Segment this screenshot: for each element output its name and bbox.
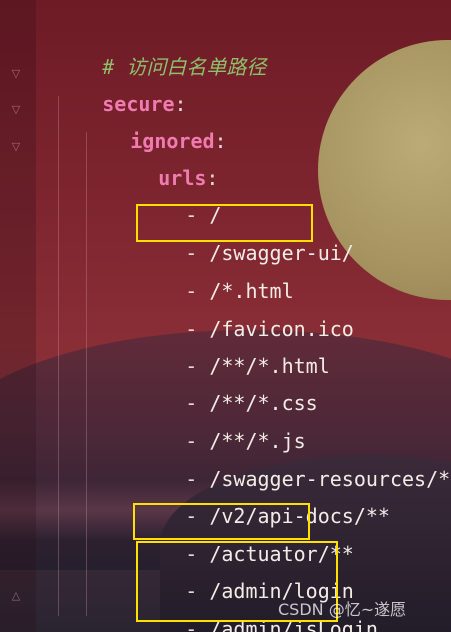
- fold-toggle-icon[interactable]: ▽: [10, 104, 22, 116]
- url-item: - /favicon.ico: [113, 284, 354, 341]
- url-item: - /**/*.js: [113, 396, 305, 453]
- highlight-box-swagger-ui: [136, 204, 313, 242]
- urls-line: urls:: [86, 133, 218, 190]
- url-item: - /**/*.html: [113, 321, 330, 378]
- fold-toggle-icon[interactable]: ▽: [10, 141, 22, 153]
- highlight-box-actuator: [133, 503, 310, 540]
- secure-line: secure:: [30, 59, 186, 116]
- comment-line: # 访问白名单路径: [30, 22, 266, 79]
- url-item: - /swagger-resources/**: [113, 434, 451, 491]
- fold-end-icon[interactable]: △: [10, 590, 22, 602]
- url-item: - /**/*.css: [113, 358, 317, 415]
- editor-viewport: ▽ ▽ ▽ △ # 访问白名单路径 secure: ignored: urls:…: [0, 0, 451, 632]
- ignored-line: ignored:: [58, 96, 226, 153]
- fold-toggle-icon[interactable]: ▽: [10, 68, 22, 80]
- url-item: - /v2/api-docs/**: [113, 471, 390, 528]
- url-item: - /*.html: [113, 246, 293, 303]
- url-item: - /: [113, 170, 221, 227]
- watermark-text: CSDN @忆~遂愿: [278, 600, 407, 619]
